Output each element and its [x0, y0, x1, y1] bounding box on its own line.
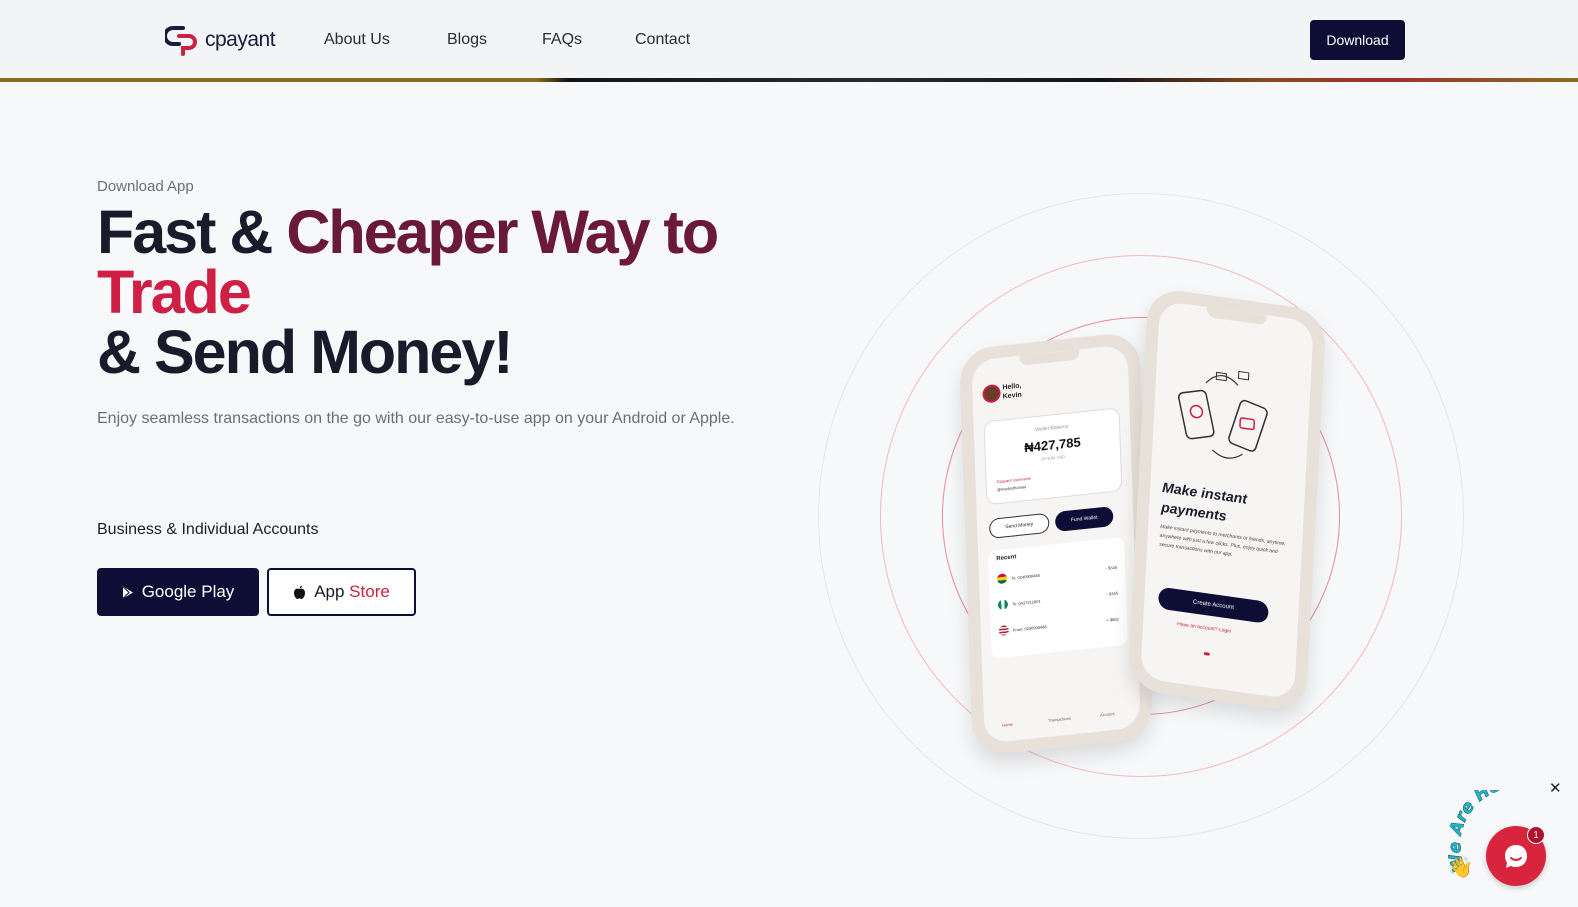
chat-icon: [1505, 845, 1527, 868]
phone-mockup-onboarding: Make instant payments Make instant payme…: [1127, 286, 1327, 714]
waving-hand-icon: 👋: [1448, 856, 1473, 879]
phone-screen-home: Hello, Kevin Wallet Balance ₦427,785 107…: [971, 344, 1141, 744]
greeting: Hello, Kevin: [1002, 382, 1022, 402]
header-divider: [0, 78, 1578, 82]
nav-about-us[interactable]: About Us: [324, 31, 390, 49]
nav-blogs[interactable]: Blogs: [447, 31, 487, 49]
headline-part-4: & Send Money!: [97, 318, 514, 386]
logo-text: cpayant: [205, 28, 276, 51]
ghana-flag-icon: [996, 573, 1008, 585]
logo[interactable]: cpayant: [165, 24, 276, 56]
hero-subtext: Enjoy seamless transactions on the go wi…: [97, 410, 735, 427]
eyebrow-label: Download App: [97, 178, 194, 195]
greeting-text: Hello,: [1002, 382, 1022, 392]
app-store-label: App Store: [314, 582, 390, 602]
row-text: To: 0240908488: [1010, 572, 1040, 581]
send-money-button: Send Money: [988, 512, 1050, 539]
login-link: Have an account? Login: [1177, 621, 1232, 635]
apple-icon: [294, 585, 306, 599]
google-play-label: Google Play: [141, 582, 235, 601]
list-item: To: 0437212801 - $345: [997, 586, 1118, 613]
phone-notch: [1206, 306, 1267, 326]
chat-unread-badge: 1: [1527, 826, 1545, 844]
headline-part-2: Cheaper Way to: [286, 198, 719, 266]
list-item: To: 0240908488 - $345: [996, 560, 1118, 587]
google-play-button[interactable]: Google Play: [97, 568, 259, 616]
phone-mockup-home: Hello, Kevin Wallet Balance ₦427,785 107…: [958, 331, 1154, 757]
nav-faqs[interactable]: FAQs: [542, 31, 582, 49]
site-header: cpayant About Us Blogs FAQs Contact Down…: [0, 0, 1578, 80]
create-account-button: Create Account: [1157, 586, 1269, 624]
app-store-button[interactable]: App Store: [267, 568, 416, 616]
cpayant-logo-icon: [165, 26, 197, 56]
tab-transactions: Transactions: [1048, 715, 1071, 723]
greeting-name: Kevin: [1002, 391, 1022, 401]
wallet-card: Wallet Balance ₦427,785 1075.66 USD Cpay…: [983, 407, 1123, 506]
us-flag-icon: [998, 625, 1010, 637]
page-indicator: [1203, 651, 1210, 656]
onboarding-body: Make instant payments to merchants or fr…: [1159, 523, 1286, 558]
list-item: From: 0240908488 + $862: [998, 611, 1119, 638]
recent-transactions: Recent To: 0240908488 - $345 To: 0437212…: [988, 536, 1128, 659]
download-button[interactable]: Download: [1310, 20, 1405, 60]
accounts-label: Business & Individual Accounts: [97, 521, 319, 538]
row-text: To: 0437212801: [1011, 598, 1041, 607]
row-amount: - $345: [1106, 590, 1118, 597]
avatar: [982, 383, 1001, 404]
headline-part-3: Trade: [97, 258, 252, 326]
app-store-label-a: App: [314, 582, 345, 601]
tab-account: Account: [1100, 710, 1115, 718]
nav-contact[interactable]: Contact: [635, 31, 690, 49]
username-value: @marleythomas: [996, 484, 1027, 493]
row-text: From: 0240908488: [1012, 623, 1047, 633]
google-play-icon: [122, 585, 133, 599]
headline-part-1: Fast &: [97, 198, 287, 266]
hero-headline: Fast & Cheaper Way to Trade & Send Money…: [97, 202, 817, 383]
username-label: Cpayant Username: [996, 475, 1032, 485]
row-amount: + $862: [1106, 615, 1119, 623]
recent-title: Recent: [996, 554, 1017, 563]
nigeria-flag-icon: [997, 599, 1009, 611]
phone-screen-onboarding: Make instant payments Make instant payme…: [1140, 300, 1314, 700]
app-store-label-b: Store: [349, 582, 390, 601]
phone-notch: [1019, 349, 1080, 366]
onboarding-title: Make instant payments: [1160, 478, 1248, 524]
fund-wallet-button: Fund Wallet: [1054, 506, 1114, 533]
tab-home: Home: [1002, 721, 1013, 728]
payment-illustration-icon: [1177, 370, 1268, 459]
row-amount: - $345: [1105, 564, 1118, 571]
